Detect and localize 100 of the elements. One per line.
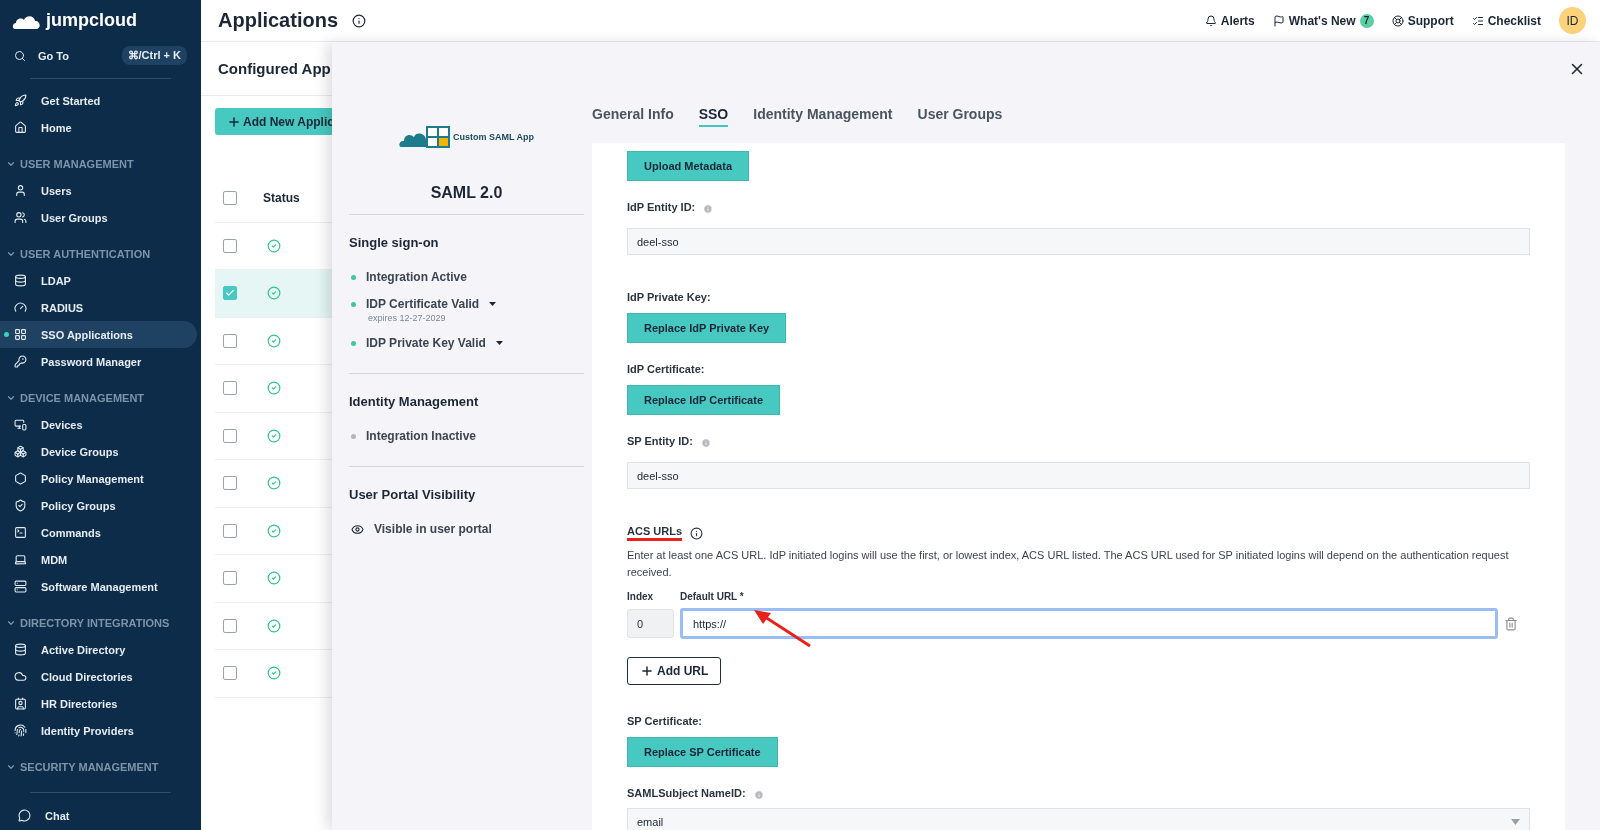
nav-item[interactable]: Devices: [0, 411, 197, 439]
protocol-title: SAML 2.0: [349, 184, 584, 215]
section-header[interactable]: USER MANAGEMENT: [0, 141, 201, 178]
section-header[interactable]: DIRECTORY INTEGRATIONS: [0, 600, 201, 637]
nav-item[interactable]: SSO Applications: [0, 321, 197, 349]
url-field[interactable]: https://: [680, 608, 1498, 639]
replace-button[interactable]: Upload Metadata: [627, 151, 749, 181]
dropdown-caret-icon: [1511, 818, 1520, 825]
nav-item[interactable]: Policy Management: [0, 465, 197, 493]
status-check-icon: [267, 428, 281, 443]
column-label: Default URL *: [680, 591, 745, 602]
status-check-icon: [267, 381, 281, 396]
app-name: Custom SAML App: [453, 132, 534, 142]
header-link[interactable]: What's New 7: [1272, 13, 1374, 28]
checkbox[interactable]: [223, 618, 237, 633]
tab[interactable]: SSO: [698, 101, 729, 127]
status-check-icon: [267, 523, 281, 538]
checkbox[interactable]: [223, 571, 237, 586]
index-field[interactable]: 0: [627, 609, 674, 638]
description-text: Enter at least one ACS URL. IdP initiated logins will use the first, or lowest index, ACS URL listed. The ACS URL used for SP initiated logins will depend on the authentication request received.: [627, 548, 1510, 580]
hexagon-icon: [14, 472, 27, 486]
column-header: Status: [263, 191, 300, 206]
status-check-icon: [267, 571, 281, 586]
devices-icon: [14, 418, 27, 432]
dropdown-caret-icon[interactable]: [495, 341, 503, 345]
nav-item[interactable]: Policy Groups: [0, 492, 197, 520]
info-icon[interactable]: [690, 526, 703, 540]
nav-item[interactable]: Device Groups: [0, 438, 197, 466]
nav-item[interactable]: User Groups: [0, 204, 197, 232]
nav-item[interactable]: Home: [0, 114, 197, 142]
field-label: IdP Entity ID:: [627, 201, 696, 215]
checkbox[interactable]: [223, 428, 237, 443]
status-text: IDP Certificate Valid: [366, 297, 480, 311]
nav-item[interactable]: Identity Providers: [0, 717, 197, 745]
add-url-button[interactable]: Add URL: [627, 657, 722, 685]
trash-icon[interactable]: [1504, 616, 1518, 631]
checkbox[interactable]: [223, 333, 237, 348]
text-field[interactable]: deel-sso: [627, 228, 1530, 255]
info-icon[interactable]: [352, 13, 366, 28]
checkbox[interactable]: [223, 191, 237, 206]
field-label: SP Certificate:: [627, 715, 702, 729]
chat-item[interactable]: Chat: [0, 801, 201, 830]
checkbox[interactable]: [223, 523, 237, 538]
replace-button[interactable]: Replace SP Certificate: [627, 737, 778, 767]
shortcut-hint: ⌘/Ctrl + K: [121, 46, 187, 66]
select-field[interactable]: email: [627, 808, 1530, 830]
header-link[interactable]: Support: [1391, 13, 1454, 28]
field-label: ACS URLs: [627, 525, 682, 541]
text-field[interactable]: deel-sso: [627, 462, 1530, 489]
checkbox[interactable]: [223, 238, 237, 253]
tab[interactable]: General Info: [592, 101, 674, 127]
header-link[interactable]: Alerts: [1204, 13, 1255, 28]
section-header[interactable]: DEVICE MANAGEMENT: [0, 375, 201, 412]
section-header[interactable]: SECURITY MANAGEMENT: [0, 744, 201, 781]
status-check-icon: [267, 476, 281, 491]
section-header[interactable]: USER AUTHENTICATION: [0, 231, 201, 268]
nav-item[interactable]: Cloud Directories: [0, 663, 197, 691]
nav-item[interactable]: Software Management: [0, 573, 197, 601]
checkbox[interactable]: [223, 666, 237, 681]
nav-item[interactable]: MDM: [0, 546, 197, 574]
terminal-icon: [14, 526, 27, 540]
replace-button[interactable]: Replace IdP Private Key: [627, 313, 787, 343]
boxes-icon: [14, 445, 27, 459]
dropdown-caret-icon[interactable]: [489, 302, 497, 306]
goto-item[interactable]: Go To ⌘/Ctrl + K: [0, 45, 201, 67]
logo-text: jumpcloud: [46, 10, 137, 31]
plus-icon: [227, 114, 241, 129]
status-check-icon: [267, 286, 281, 301]
nav-item[interactable]: Active Directory: [0, 636, 197, 664]
status-text: IDP Private Key Valid: [366, 336, 486, 350]
nav-item[interactable]: Commands: [0, 519, 197, 547]
nav-item[interactable]: HR Directories: [0, 690, 197, 718]
tab[interactable]: Identity Management: [753, 101, 893, 127]
tab[interactable]: User Groups: [917, 101, 1003, 127]
checkbox[interactable]: [223, 286, 237, 301]
avatar[interactable]: ID: [1559, 7, 1586, 34]
status-check-icon: [267, 238, 281, 253]
nav-item[interactable]: RADIUS: [0, 294, 197, 322]
checklist-icon: [1471, 14, 1484, 27]
rocket-icon: [14, 94, 27, 108]
home-icon: [14, 121, 27, 135]
header-link[interactable]: Checklist: [1471, 13, 1541, 28]
field-label: SP Entity ID:: [627, 435, 693, 449]
server-icon: [14, 580, 27, 594]
checkbox[interactable]: [223, 381, 237, 396]
gauge-icon: [14, 301, 27, 315]
laptop-icon: [14, 553, 27, 567]
nav-item[interactable]: Users: [0, 177, 197, 205]
fingerprint-icon: [14, 724, 27, 738]
grid-icon: [14, 328, 27, 342]
nav-item[interactable]: LDAP: [0, 267, 197, 295]
checkbox[interactable]: [223, 476, 237, 491]
replace-button[interactable]: Replace IdP Certificate: [627, 385, 780, 415]
contact-icon: [14, 697, 27, 711]
nav-item[interactable]: Get Started: [0, 87, 197, 115]
column-label: Index: [627, 591, 655, 602]
section-heading: Single sign-on: [349, 235, 440, 250]
nav-item[interactable]: Password Manager: [0, 348, 197, 376]
count-badge: 7: [1359, 13, 1374, 28]
key-icon: [14, 355, 27, 369]
